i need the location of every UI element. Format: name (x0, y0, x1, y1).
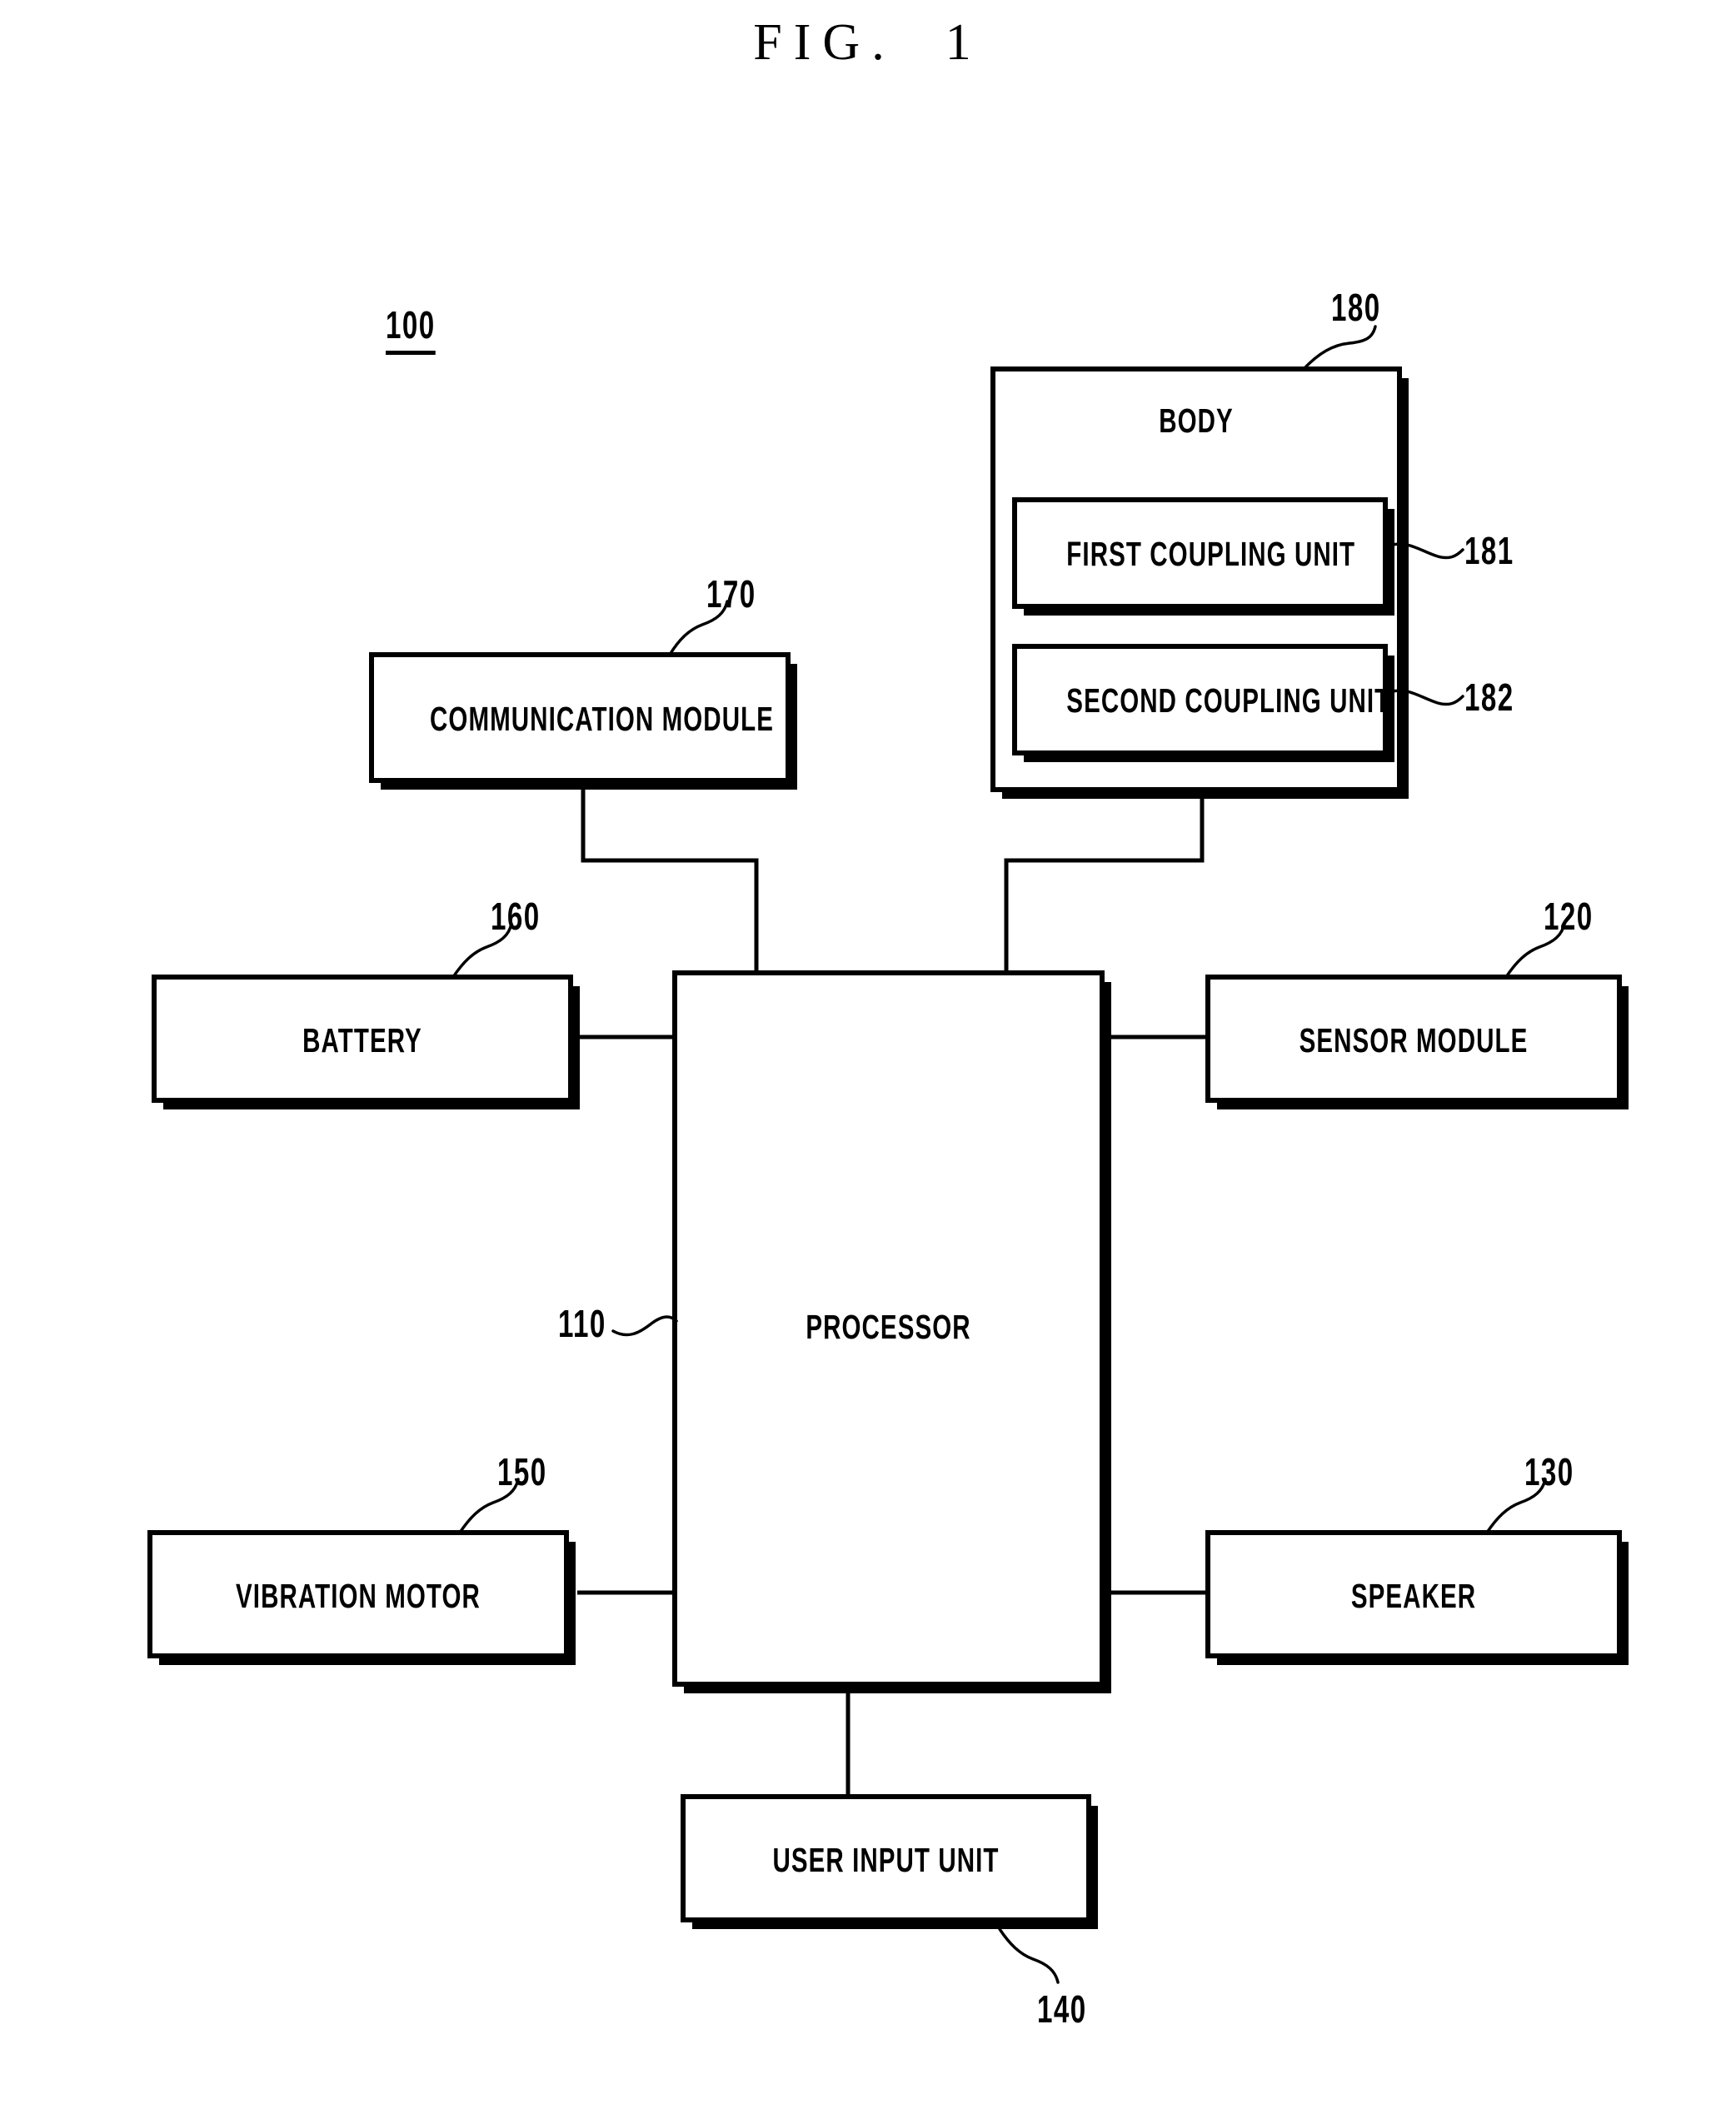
connector-communication-to-processor (581, 790, 759, 975)
reference-numeral-110: 110 (558, 1302, 606, 1345)
reference-numeral-160: 160 (491, 895, 541, 938)
reference-numeral-150: 150 (497, 1450, 547, 1493)
reference-numeral-130: 130 (1524, 1450, 1574, 1493)
block-sensor-module-label: SENSOR MODULE (1299, 1021, 1529, 1059)
block-communication-module-label: COMMUNICATION MODULE (430, 700, 774, 738)
block-battery-label: BATTERY (302, 1021, 422, 1059)
block-first-coupling-unit-label: FIRST COUPLING UNIT (1066, 535, 1356, 573)
reference-numeral-182: 182 (1464, 676, 1514, 719)
block-speaker-label: SPEAKER (1350, 1577, 1477, 1615)
reference-numeral-170: 170 (706, 572, 756, 616)
connector-body-to-processor (1004, 790, 1205, 975)
block-processor-label: PROCESSOR (806, 1308, 971, 1346)
block-body-label: BODY (1159, 401, 1234, 440)
block-user-input-unit-label: USER INPUT UNIT (772, 1841, 1000, 1879)
figure-root: FIG. 1 BODY FIRST COUPLING UNIT SECOND C… (0, 0, 1736, 2104)
reference-numeral-120: 120 (1544, 895, 1594, 938)
reference-numeral-180: 180 (1331, 286, 1381, 329)
leader-line-110 (611, 1315, 678, 1337)
system-reference-numeral: 100 (386, 302, 436, 355)
block-second-coupling-unit-label: SECOND COUPLING UNIT (1066, 681, 1391, 720)
block-vibration-motor-label: VIBRATION MOTOR (236, 1577, 481, 1615)
leader-line-180 (1302, 325, 1377, 371)
reference-numeral-140: 140 (1037, 1987, 1087, 2031)
leader-line-140 (998, 1927, 1060, 1984)
reference-numeral-181: 181 (1464, 529, 1514, 572)
